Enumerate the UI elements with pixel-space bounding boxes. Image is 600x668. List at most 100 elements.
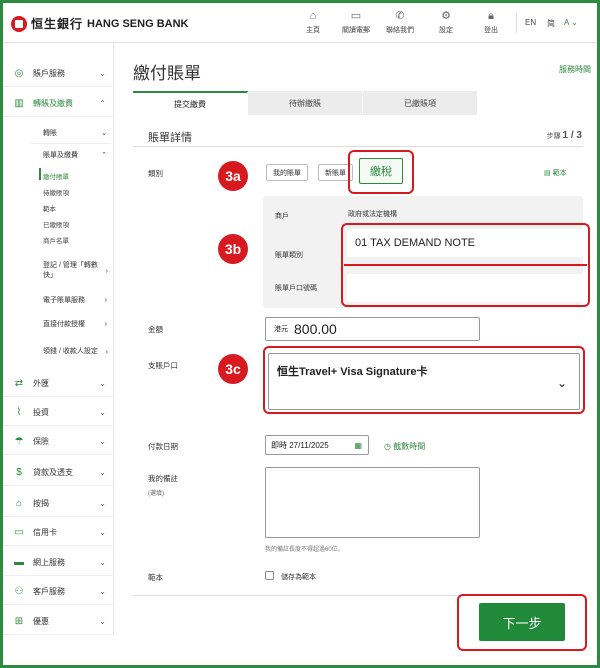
header-divider bbox=[516, 13, 517, 33]
gear-icon: ⚙ bbox=[441, 10, 451, 22]
template-link[interactable]: ▤ 範本 bbox=[544, 168, 567, 178]
divider bbox=[31, 143, 111, 144]
highlight-3c bbox=[263, 346, 585, 414]
sidebar-item-fx[interactable]: ⇄ 外匯 ⌄ bbox=[3, 371, 114, 397]
nav-logout[interactable]: 🔒︎ 登出 bbox=[466, 9, 516, 35]
cutoff-time-link[interactable]: ◷ 截數時間 bbox=[384, 441, 425, 452]
highlight-3a bbox=[348, 150, 414, 194]
tab-bar: 提交繳費 待辦繳賬 已繳賬項 bbox=[133, 91, 478, 115]
sidebar-sub-payee[interactable]: 領錢 / 收款人設定 › bbox=[31, 341, 111, 363]
chevron-down-icon: ⌄ bbox=[99, 558, 106, 567]
transfer-icon: ▥ bbox=[14, 98, 24, 109]
nav-contact[interactable]: ✆ 聯絡我們 bbox=[375, 9, 425, 35]
page-title: 繳付賬單 bbox=[133, 64, 201, 83]
chevron-down-icon: ⌄ bbox=[99, 69, 106, 78]
sidebar-item-loans[interactable]: $ 貸款及透支 ⌄ bbox=[3, 460, 114, 486]
chevron-right-icon: › bbox=[105, 348, 108, 356]
date-label: 付款日期 bbox=[148, 442, 178, 451]
chevron-down-icon: ⌄ bbox=[99, 587, 106, 596]
save-template-checkbox[interactable] bbox=[265, 571, 274, 580]
chevron-right-icon: › bbox=[104, 320, 107, 328]
sidebar-item-insurance[interactable]: ☂ 保險 ⌄ bbox=[3, 429, 114, 455]
chevron-down-icon: ⌄ bbox=[99, 468, 106, 477]
sidebar-item-online[interactable]: ▬ 網上服務 ⌄ bbox=[3, 550, 114, 576]
currency-label: 港元 bbox=[274, 326, 288, 333]
section-title: 賬單詳情 bbox=[148, 132, 192, 144]
laptop-icon: ▬ bbox=[14, 557, 24, 568]
phone-icon: ✆ bbox=[395, 10, 405, 22]
chevron-down-icon: ⌄ bbox=[99, 437, 106, 446]
creditcard-icon: ▭ bbox=[14, 527, 24, 538]
account-label: 支賬戶口 bbox=[148, 361, 178, 370]
sidebar-item-offers[interactable]: ⊞ 優惠 ⌄ bbox=[3, 609, 114, 635]
template-label: 範本 bbox=[148, 573, 163, 582]
sidebar-item-invest[interactable]: ⌇ 投資 ⌄ bbox=[3, 400, 114, 426]
divider bbox=[133, 146, 583, 147]
chevron-down-icon: ⌄ bbox=[99, 617, 106, 626]
logo-english-text: HANG SENG BANK bbox=[87, 17, 189, 30]
chevron-down-icon: ⌄ bbox=[99, 499, 106, 508]
chevron-down-icon: ⌄ bbox=[99, 528, 106, 537]
date-picker[interactable]: 即時 27/11/2025 ▦ bbox=[265, 435, 369, 455]
sidebar-link-merchants[interactable]: 商戶名單 bbox=[43, 235, 69, 245]
badge-3b: 3b bbox=[218, 234, 248, 264]
card-icon: ▭ bbox=[350, 10, 362, 22]
chip-my-bills[interactable]: 我的賬單 bbox=[266, 164, 308, 181]
chevron-right-icon: › bbox=[105, 267, 108, 275]
bill-type-label: 賬單類別 bbox=[275, 252, 303, 259]
service-hours-link[interactable]: 服務時間 bbox=[559, 64, 591, 75]
sidebar-sub-bills[interactable]: 賬單及繳費 ⌃ bbox=[31, 147, 117, 163]
user-icon: ◎ bbox=[14, 68, 24, 79]
sidebar-link-templates[interactable]: 範本 bbox=[43, 203, 56, 213]
chevron-right-icon: › bbox=[104, 296, 107, 304]
sidebar-sub-ebill[interactable]: 電子賬單服務 › bbox=[31, 294, 117, 306]
bill-account-label: 賬單戶口號碼 bbox=[275, 285, 317, 292]
clock-icon: ◷ bbox=[384, 442, 391, 451]
sidebar-item-mortgage[interactable]: ⌂ 按揭 ⌄ bbox=[3, 491, 114, 517]
sidebar-item-transfer[interactable]: ▥ 轉賬及繳費 ⌃ bbox=[3, 91, 114, 117]
sidebar-link-pay-bills[interactable]: 繳付賬單 bbox=[43, 171, 69, 181]
amount-input[interactable]: 港元 800.00 bbox=[265, 317, 480, 341]
step-indicator: 步驟 1 / 3 bbox=[546, 130, 582, 141]
people-icon: ⚇ bbox=[14, 586, 24, 597]
money-icon: $ bbox=[16, 467, 22, 478]
chart-icon: ⌇ bbox=[16, 407, 22, 418]
sidebar-link-pending[interactable]: 待繳賬項 bbox=[43, 187, 69, 197]
remark-label: 我的備註 bbox=[148, 474, 178, 483]
bank-logo[interactable]: 恒生銀行 HANG SENG BANK bbox=[11, 15, 188, 32]
remark-textarea[interactable] bbox=[265, 467, 480, 538]
remark-hint: 我的備註長度不得超過60位。 bbox=[265, 547, 344, 553]
sidebar-sub-dda[interactable]: 直接付款授權 › bbox=[31, 318, 117, 330]
tab-submit[interactable]: 提交繳費 bbox=[133, 91, 248, 115]
remark-optional: (選填) bbox=[148, 491, 164, 497]
font-size-toggle[interactable]: A ⌄ bbox=[564, 18, 578, 27]
sidebar-item-creditcard[interactable]: ▭ 信用卡 ⌄ bbox=[3, 520, 114, 546]
calendar-icon: ▦ bbox=[354, 440, 362, 450]
gift-icon: ⊞ bbox=[14, 616, 24, 627]
nav-settings[interactable]: ⚙ 設定 bbox=[421, 9, 471, 35]
logo-chinese-text: 恒生銀行 bbox=[31, 17, 84, 31]
badge-3c: 3c bbox=[218, 354, 248, 384]
tab-pending[interactable]: 待辦繳賬 bbox=[248, 91, 363, 115]
sidebar-item-accounts[interactable]: ◎ 賬戶服務 ⌄ bbox=[3, 61, 114, 87]
amount-value: 800.00 bbox=[294, 321, 337, 337]
chevron-down-icon: ⌄ bbox=[99, 379, 106, 388]
sidebar: ◎ 賬戶服務 ⌄ ▥ 轉賬及繳費 ⌃ 轉賬 ⌄ 賬單及繳費 ⌃ 繳付賬單 待繳賬… bbox=[3, 44, 117, 635]
house-icon: ⌂ bbox=[15, 498, 23, 509]
sidebar-item-service[interactable]: ⚇ 客戶服務 ⌄ bbox=[3, 579, 114, 605]
home-icon: ⌂ bbox=[309, 10, 317, 22]
chevron-down-icon: ⌄ bbox=[571, 18, 578, 27]
nav-email[interactable]: ▭ 關讀電郵 bbox=[331, 9, 381, 35]
highlight-next bbox=[457, 594, 587, 651]
lang-en[interactable]: EN bbox=[525, 18, 536, 27]
active-indicator bbox=[39, 168, 41, 180]
highlight-3b-divider bbox=[344, 264, 587, 266]
merchant-value: 政府或法定機構 bbox=[348, 211, 397, 218]
tab-paid[interactable]: 已繳賬項 bbox=[363, 91, 478, 115]
merchant-label: 商戶 bbox=[275, 213, 289, 220]
lock-icon: 🔒︎ bbox=[488, 10, 494, 22]
lang-sc[interactable]: 简 bbox=[547, 18, 555, 29]
sidebar-sub-transfer[interactable]: 轉賬 ⌄ bbox=[31, 125, 117, 141]
sidebar-sub-fps[interactable]: 登記 / 管理「轉數快」 › bbox=[31, 259, 111, 283]
sidebar-link-paid[interactable]: 已繳賬項 bbox=[43, 219, 69, 229]
